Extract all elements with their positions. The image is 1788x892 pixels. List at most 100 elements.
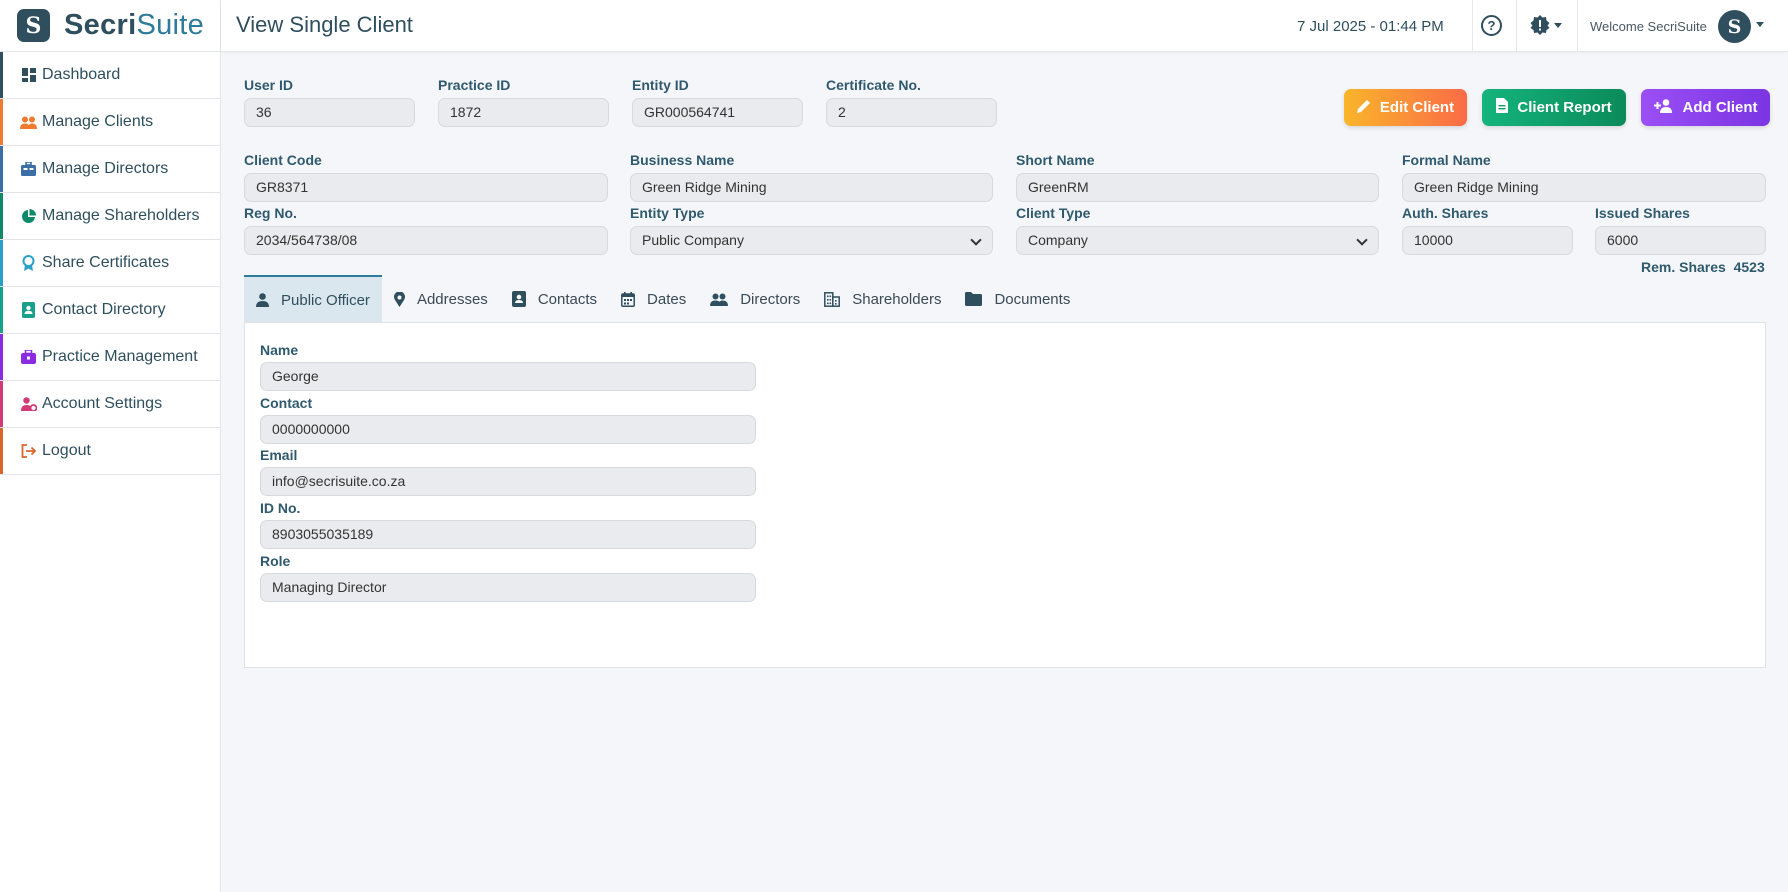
edit-client-button[interactable]: Edit Client [1344,89,1467,126]
brand[interactable]: S SecriSuite [0,0,220,52]
sidebar-item-label: Manage Shareholders [42,207,200,224]
tab-shareholders[interactable]: Shareholders [812,275,953,323]
logout-icon [20,443,37,460]
client-code-label: Client Code [244,152,322,168]
business-name-field[interactable]: Green Ridge Mining [630,173,993,202]
sidebar-item-label: Account Settings [42,395,163,412]
toolbox-icon [20,349,37,366]
contact-card-icon [511,291,526,307]
officer-contact-label: Contact [260,395,313,411]
sidebar-item-label: Share Certificates [42,254,170,271]
help-icon[interactable]: ? [1481,15,1502,36]
user-id-label: User ID [244,77,294,93]
dashboard-icon [20,67,37,84]
certificate-no-field[interactable]: 2 [826,98,997,127]
users-icon [20,114,37,131]
officer-contact-field[interactable]: 0000000000 [260,415,756,444]
address-book-icon [20,302,37,319]
top-header: View Single Client 7 Jul 2025 - 01:44 PM… [221,0,1788,52]
remaining-shares-value: 4523 [1733,259,1765,275]
sidebar-item-contact-directory[interactable]: Contact Directory [0,287,220,334]
issued-shares-field[interactable]: 6000 [1595,226,1766,255]
page-title: View Single Client [236,12,413,37]
client-report-button[interactable]: Client Report [1482,89,1626,126]
tab-addresses[interactable]: Addresses [382,275,500,323]
sidebar-nav: Dashboard Manage Clients Manage Director… [0,52,220,475]
pencil-icon [1356,99,1371,117]
formal-name-label: Formal Name [1402,152,1491,168]
add-client-button[interactable]: Add Client [1641,89,1770,126]
pie-chart-icon [20,208,37,225]
calendar-icon [621,291,635,307]
tab-contacts[interactable]: Contacts [500,275,609,323]
reg-no-field[interactable]: 2034/564738/08 [244,226,608,255]
briefcase-icon [20,161,37,178]
business-name-label: Business Name [630,152,735,168]
building-icon [824,291,841,307]
sidebar-item-label: Manage Directors [42,160,169,177]
formal-name-field[interactable]: Green Ridge Mining [1402,173,1766,202]
officer-id-no-field[interactable]: 8903055035189 [260,520,756,549]
chevron-down-icon[interactable] [1756,22,1764,27]
sidebar-item-account-settings[interactable]: Account Settings [0,381,220,428]
chevron-down-icon [1554,22,1562,28]
client-tabs: Public Officer Addresses Contacts Dates … [244,275,1082,332]
sidebar-item-share-certificates[interactable]: Share Certificates [0,240,220,287]
header-datetime: 7 Jul 2025 - 01:44 PM [1297,18,1444,35]
officer-email-label: Email [260,447,298,463]
sidebar: S SecriSuite Dashboard Manage Clients Ma… [0,0,221,892]
client-code-field[interactable]: GR8371 [244,173,608,202]
sidebar-item-label: Manage Clients [42,113,154,130]
short-name-field[interactable]: GreenRM [1016,173,1379,202]
tab-public-officer[interactable]: Public Officer [244,275,382,332]
officer-role-label: Role [260,553,291,569]
reg-no-label: Reg No. [244,205,297,221]
welcome-text: Welcome SecriSuite [1590,19,1707,34]
entity-id-label: Entity ID [632,77,689,93]
chevron-down-icon [1356,234,1368,246]
brand-name: SecriSuite [64,9,205,41]
users-icon [710,293,729,306]
client-type-select[interactable]: Company [1016,226,1379,255]
auth-shares-label: Auth. Shares [1402,205,1489,221]
user-id-field[interactable]: 36 [244,98,415,127]
location-pin-icon [393,291,405,307]
sidebar-item-practice-management[interactable]: Practice Management [0,334,220,381]
client-type-label: Client Type [1016,205,1091,221]
chevron-down-icon [970,234,982,246]
sidebar-item-logout[interactable]: Logout [0,428,220,475]
entity-id-field[interactable]: GR000564741 [632,98,803,127]
tab-directors[interactable]: Directors [698,275,812,323]
tab-dates[interactable]: Dates [609,275,698,323]
entity-type-select[interactable]: Public Company [630,226,993,255]
brand-logo-icon: S [17,9,50,42]
practice-id-field[interactable]: 1872 [438,98,609,127]
sidebar-item-label: Logout [42,442,91,459]
officer-id-no-label: ID No. [260,500,301,516]
entity-type-label: Entity Type [630,205,705,221]
certificate-no-label: Certificate No. [826,77,921,93]
alert-icon[interactable] [1530,15,1562,35]
issued-shares-label: Issued Shares [1595,205,1690,221]
sidebar-item-label: Dashboard [42,66,121,83]
officer-name-field[interactable]: George [260,362,756,391]
practice-id-label: Practice ID [438,77,511,93]
add-user-icon [1653,98,1674,117]
officer-role-field[interactable]: Managing Director [260,573,756,602]
sidebar-item-label: Practice Management [42,348,198,365]
sidebar-item-label: Contact Directory [42,301,166,318]
award-icon [20,255,37,272]
avatar[interactable]: S [1718,10,1751,43]
sidebar-item-manage-directors[interactable]: Manage Directors [0,146,220,193]
auth-shares-field[interactable]: 10000 [1402,226,1573,255]
short-name-label: Short Name [1016,152,1095,168]
tab-documents[interactable]: Documents [953,275,1082,323]
remaining-shares: Rem. Shares 4523 [1641,259,1765,275]
user-gear-icon [20,396,37,413]
sidebar-item-manage-shareholders[interactable]: Manage Shareholders [0,193,220,240]
sidebar-item-dashboard[interactable]: Dashboard [0,52,220,99]
sidebar-item-manage-clients[interactable]: Manage Clients [0,99,220,146]
officer-email-field[interactable]: info@secrisuite.co.za [260,467,756,496]
document-icon [1496,98,1509,117]
folder-icon [965,292,983,306]
